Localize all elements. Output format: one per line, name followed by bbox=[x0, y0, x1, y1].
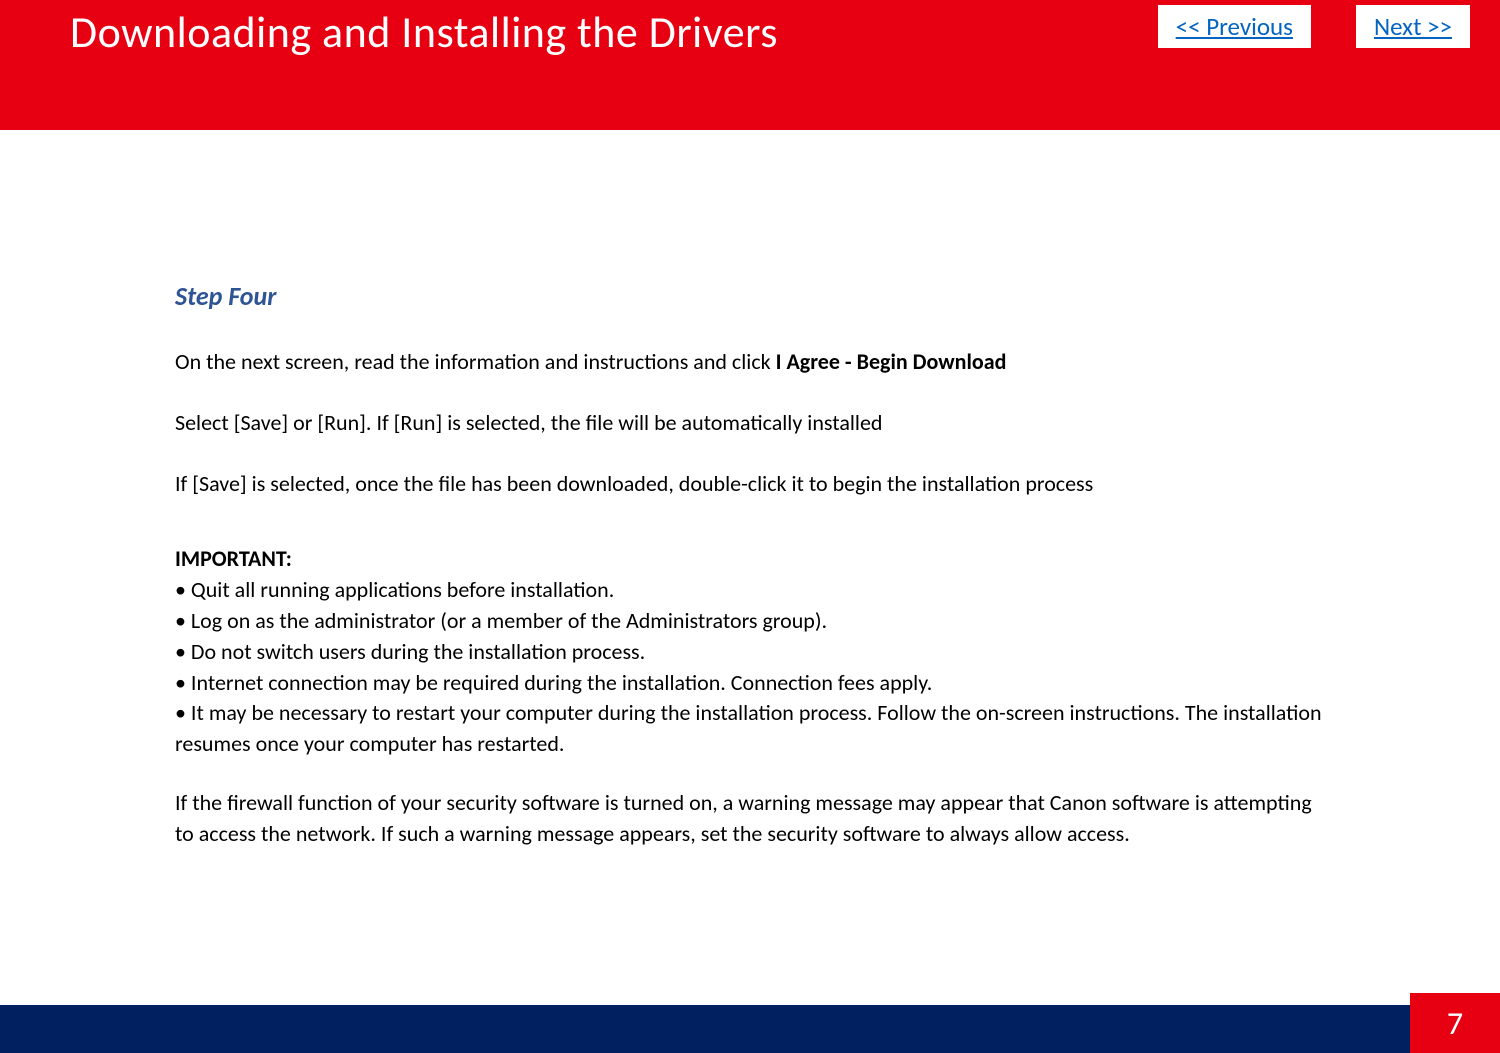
page-footer bbox=[0, 1005, 1500, 1053]
paragraph-1: On the next screen, read the information… bbox=[175, 347, 1325, 378]
paragraph-3: If [Save] is selected, once the file has… bbox=[175, 469, 1325, 500]
firewall-paragraph: If the firewall function of your securit… bbox=[175, 788, 1325, 850]
page-header: Downloading and Installing the Drivers <… bbox=[0, 0, 1500, 130]
paragraph-2: Select [Save] or [Run]. If [Run] is sele… bbox=[175, 408, 1325, 439]
bullet-item: • Log on as the administrator (or a memb… bbox=[175, 606, 1325, 637]
bullet-item: • Internet connection may be required du… bbox=[175, 668, 1325, 699]
nav-buttons: << Previous Next >> bbox=[1158, 5, 1470, 48]
bullet-item: • Do not switch users during the install… bbox=[175, 637, 1325, 668]
bullet-item: • Quit all running applications before i… bbox=[175, 575, 1325, 606]
paragraph-1-bold: I Agree - Begin Download bbox=[776, 348, 1007, 375]
next-button[interactable]: Next >> bbox=[1356, 5, 1470, 48]
previous-button[interactable]: << Previous bbox=[1158, 5, 1311, 48]
content-area: Step Four On the next screen, read the i… bbox=[0, 130, 1500, 850]
page-number: 7 bbox=[1410, 993, 1500, 1053]
step-title: Step Four bbox=[175, 280, 1325, 312]
paragraph-1-text: On the next screen, read the information… bbox=[175, 348, 776, 375]
page-title: Downloading and Installing the Drivers bbox=[70, 5, 778, 59]
important-section: IMPORTANT: • Quit all running applicatio… bbox=[175, 544, 1325, 849]
important-label: IMPORTANT: bbox=[175, 544, 1325, 575]
bullet-item: • It may be necessary to restart your co… bbox=[175, 698, 1325, 760]
